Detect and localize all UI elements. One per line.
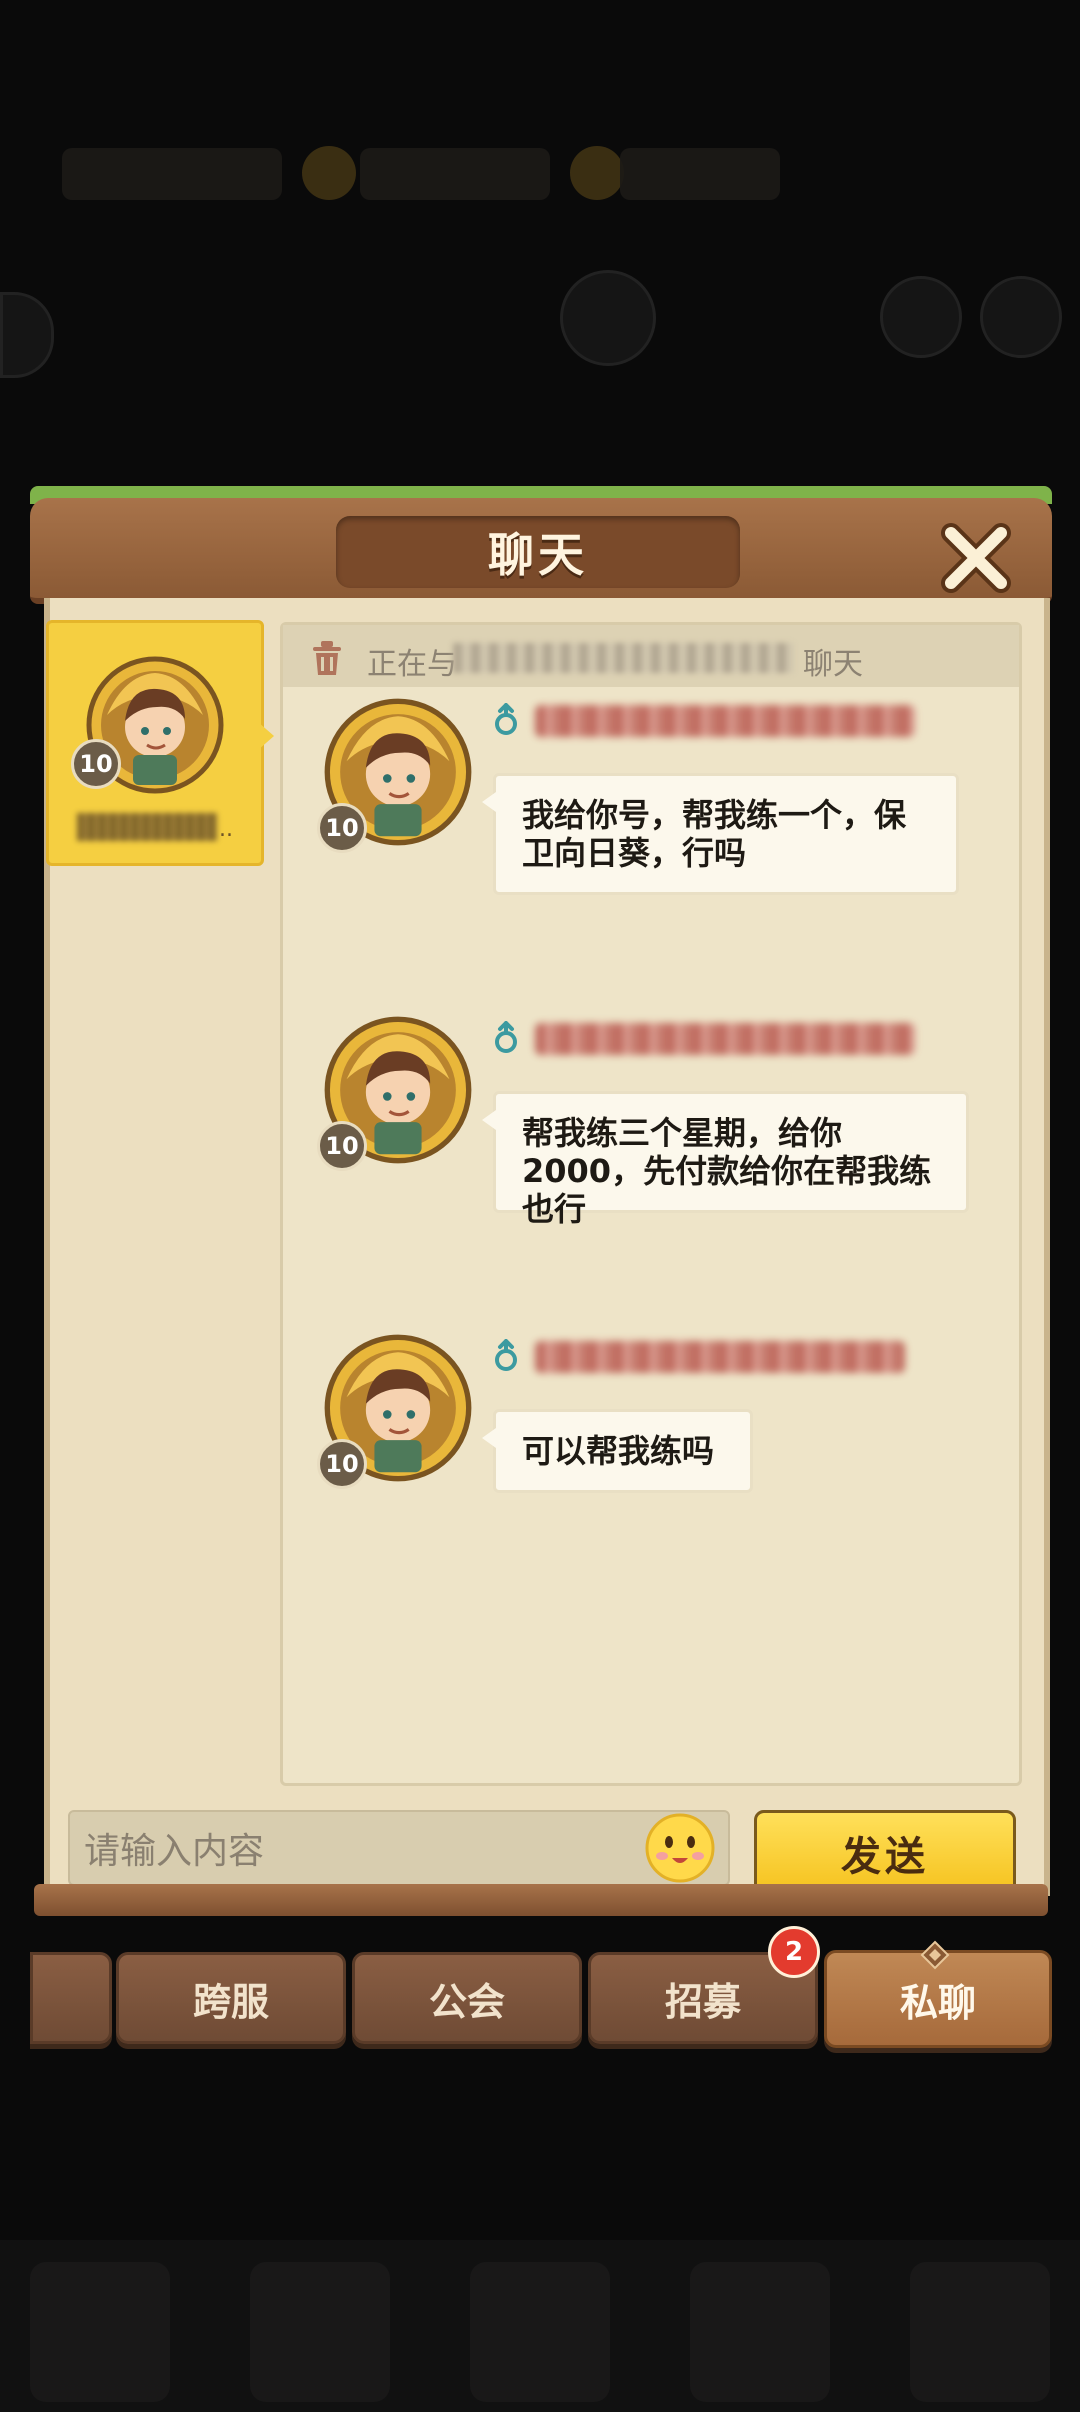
tab-partial[interactable] [30, 1952, 112, 2044]
chat-partner-name-redacted [453, 643, 793, 673]
trash-icon[interactable] [305, 635, 349, 679]
title-plate: 聊天 [336, 516, 740, 588]
contact-name-suffix: .. [219, 817, 233, 842]
sender-name-redacted [535, 1341, 905, 1373]
message-text: 可以帮我练吗 [522, 1432, 715, 1470]
level-badge: 10 [317, 1439, 367, 1489]
male-icon [495, 703, 517, 735]
menu-icon [560, 270, 656, 366]
message-avatar[interactable]: 10 [317, 1015, 473, 1171]
sender-name-redacted [535, 1023, 915, 1055]
message-avatar[interactable]: 10 [317, 1333, 473, 1489]
level-badge: 10 [317, 1121, 367, 1171]
bubble-tail [482, 792, 496, 812]
chat-dialog: 聊天 10 .. 正在与 聊天 10 我给你号，帮我练一个，保卫向日葵，行吗 1… [30, 486, 1052, 1916]
smiley-emoji-icon[interactable] [644, 1812, 716, 1884]
diamond-ornament-icon [920, 1940, 950, 1970]
contact-name-redacted [77, 813, 217, 841]
energy-icon [570, 146, 624, 200]
contact-item-selected[interactable]: 10 .. [46, 620, 264, 866]
bottom-bar-tile [910, 2262, 1050, 2402]
chat-header-prefix: 正在与 [367, 647, 457, 682]
sender-name-redacted [535, 705, 915, 737]
side-avatar-icon [0, 292, 54, 378]
hud-resource-pill [62, 148, 282, 200]
message-text: 帮我练三个星期，给你2000，先付款给你在帮我练也行 [522, 1114, 932, 1228]
chat-header: 正在与 聊天 [283, 625, 1019, 687]
message-text: 我给你号，帮我练一个，保卫向日葵，行吗 [522, 796, 907, 872]
level-badge: 10 [317, 803, 367, 853]
level-badge: 10 [71, 739, 121, 789]
message-input-placeholder: 请输入内容 [84, 1831, 265, 1872]
bubble-tail [482, 1110, 496, 1130]
bottom-bar-tile [470, 2262, 610, 2402]
bubble-tail [482, 1428, 496, 1448]
close-button[interactable] [936, 518, 1016, 598]
chat-header-suffix: 聊天 [803, 647, 863, 682]
menu-icon [880, 276, 962, 358]
tab-cross-server[interactable]: 跨服 [116, 1952, 346, 2044]
bottom-bar-tile [690, 2262, 830, 2402]
chat-message-area[interactable]: 正在与 聊天 10 我给你号，帮我练一个，保卫向日葵，行吗 10 帮我练三个星期… [280, 622, 1022, 1786]
message-input[interactable]: 请输入内容 [68, 1810, 730, 1886]
notification-badge: 2 [768, 1926, 820, 1978]
bottom-bar-tile [250, 2262, 390, 2402]
dialog-title-bar: 聊天 [30, 498, 1052, 604]
message-bubble: 帮我练三个星期，给你2000，先付款给你在帮我练也行 [482, 1091, 969, 1228]
menu-icon [980, 276, 1062, 358]
message-bubble: 可以帮我练吗 [482, 1409, 753, 1493]
close-x-icon [941, 523, 1011, 593]
dialog-bottom-rail [34, 1884, 1048, 1916]
male-icon [495, 1339, 517, 1371]
bottom-bar-tile [30, 2262, 170, 2402]
hud-resource-pill [360, 148, 550, 200]
hud-resource-pill [620, 148, 780, 200]
selection-arrow [258, 722, 274, 750]
coin-icon [302, 146, 356, 200]
male-icon [495, 1021, 517, 1053]
message-bubble: 我给你号，帮我练一个，保卫向日葵，行吗 [482, 773, 959, 895]
message-avatar[interactable]: 10 [317, 697, 473, 853]
tab-guild[interactable]: 公会 [352, 1952, 582, 2044]
dialog-title: 聊天 [488, 528, 588, 582]
